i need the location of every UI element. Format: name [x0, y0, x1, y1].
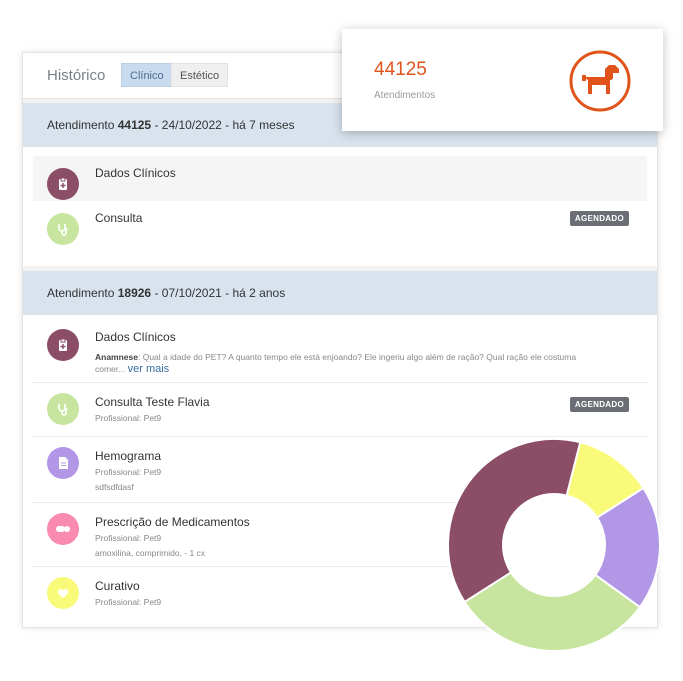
status-badge: AGENDADO	[569, 211, 629, 226]
stat-card: 44125 Atendimentos	[342, 29, 663, 131]
dog-icon	[569, 50, 631, 112]
item-professional: Profissional: Pet9	[95, 413, 162, 423]
donut-hole	[502, 493, 606, 597]
item-title: Dados Clínicos	[95, 166, 176, 180]
anamnese-body: : Qual a idade do PET? A quanto tempo el…	[138, 352, 577, 362]
anamnese-text: Anamnese: Qual a idade do PET? A quanto …	[95, 351, 647, 375]
item-title: Dados Clínicos	[95, 330, 176, 344]
history-title: Histórico	[47, 67, 106, 84]
attendance-label: Atendimento	[47, 286, 115, 300]
list-item-consulta[interactable]: Consulta AGENDADO	[23, 201, 657, 256]
attendance-number: 18926	[117, 286, 152, 300]
attendance-header[interactable]: Atendimento 18926 - 07/10/2021 - há 2 an…	[23, 271, 657, 315]
anamnese-continued: comer...	[95, 364, 126, 374]
clipboard-icon	[47, 168, 79, 200]
tab-estetico[interactable]: Estético	[171, 63, 229, 87]
attendance-date: - 24/10/2022 - há 7 meses	[151, 118, 295, 132]
item-title: Consulta Teste Flavia	[95, 395, 210, 409]
list-item-dados-clinicos[interactable]: Dados Clínicos Anamnese: Qual a idade do…	[33, 315, 647, 383]
status-badge: AGENDADO	[569, 397, 629, 412]
see-more-link[interactable]: ver mais	[128, 363, 170, 375]
stethoscope-icon	[47, 393, 79, 425]
stat-label: Atendimentos	[374, 90, 436, 101]
document-icon	[47, 447, 79, 479]
tab-clinico[interactable]: Clínico	[121, 63, 173, 87]
attendance-label: Atendimento	[47, 118, 115, 132]
stethoscope-icon	[47, 213, 79, 245]
stat-value: 44125	[374, 59, 427, 80]
donut-chart	[447, 438, 661, 652]
list-item-consulta[interactable]: Consulta Teste Flavia Profissional: Pet9…	[33, 383, 647, 437]
anamnese-label: Anamnese	[95, 352, 138, 362]
heart-icon	[47, 577, 79, 609]
clipboard-icon	[47, 329, 79, 361]
list-item-dados-clinicos[interactable]: Dados Clínicos	[33, 156, 647, 201]
pills-icon	[47, 513, 79, 545]
attendance-date: - 07/10/2021 - há 2 anos	[151, 286, 286, 300]
attendance-number: 44125	[117, 118, 152, 132]
